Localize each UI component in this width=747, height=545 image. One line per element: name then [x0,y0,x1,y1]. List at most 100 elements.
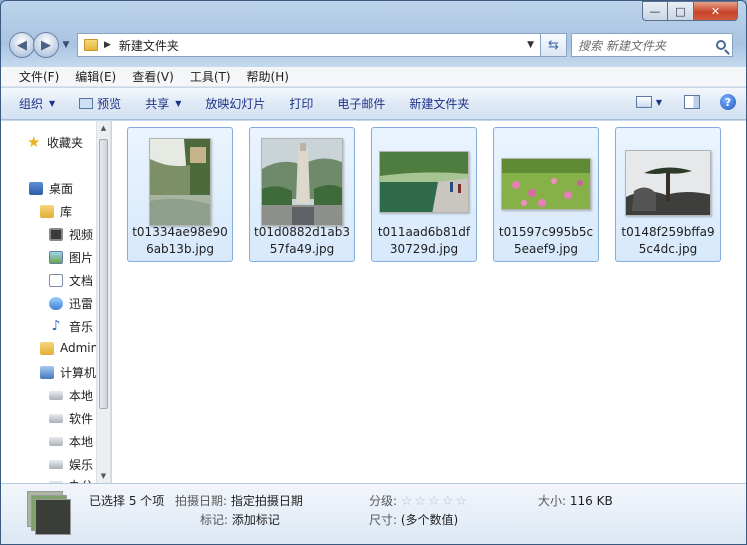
star-icon: ★ [27,133,41,151]
menu-help[interactable]: 帮助(H) [239,68,297,85]
nav-item-library[interactable]: 库 [40,203,72,220]
nav-item-entertainment[interactable]: 娱乐 [49,456,93,473]
nav-item-software[interactable]: 软件 [49,410,93,427]
search-icon[interactable] [716,40,726,50]
file-name: t0148f259bffa95c4dc.jpg [621,225,715,256]
nav-item-music[interactable]: ♪ 音乐 [49,318,93,335]
help-icon[interactable]: ? [720,94,736,110]
recent-pages-dropdown[interactable]: ▼ [59,40,73,50]
menu-tools[interactable]: 工具(T) [182,68,239,85]
video-icon [49,228,63,241]
nav-item-documents[interactable]: 文档 [49,272,93,289]
nav-item-video[interactable]: 视频 [49,226,93,243]
menu-view[interactable]: 查看(V) [124,68,182,85]
menu-edit[interactable]: 编辑(E) [67,68,124,85]
date-taken-value[interactable]: 指定拍摄日期 [231,494,303,508]
nav-item-pictures[interactable]: 图片 [49,249,93,266]
file-tile[interactable]: t0148f259bffa95c4dc.jpg [615,127,721,262]
dimensions-value: (多个数值) [400,513,459,527]
dimensions-label: 尺寸: [369,513,398,527]
file-tile[interactable]: t011aad6b81df30729d.jpg [371,127,477,262]
details-pane: 已选择 5 个项 拍摄日期: 指定拍摄日期 标记: 添加标记 分级: ☆☆☆☆☆… [1,483,746,544]
nav-item-desktop[interactable]: 桌面 [29,180,73,197]
refresh-icon: ⇆ [548,37,559,53]
image-thumbnail [625,150,711,216]
tags-label: 标记: [200,513,229,527]
address-path[interactable]: 新建文件夹 [119,37,527,54]
preview-button[interactable]: 预览 [71,95,129,112]
drive-icon [49,391,63,400]
view-dropdown-icon[interactable]: ▼ [656,98,662,107]
preview-pane-icon[interactable] [684,95,700,109]
back-button[interactable]: ◀ [9,32,35,58]
nav-label: 桌面 [49,182,74,196]
organize-label: 组织 [19,97,44,111]
nav-scrollbar[interactable]: ▲ ▼ [96,121,110,483]
share-button[interactable]: 共享 ▼ [137,95,189,112]
nav-label: 计算机 [60,366,97,380]
print-button[interactable]: 打印 [281,95,321,112]
nav-item-local-disk[interactable]: 本地 [49,387,93,404]
scroll-thumb[interactable] [99,139,108,409]
rating-field: 分级: ☆☆☆☆☆ [369,492,469,509]
maximize-button[interactable]: □ [668,1,694,21]
pictures-icon [49,251,63,264]
selection-thumbnail-stack [27,491,73,537]
search-box[interactable]: 搜索 新建文件夹 [571,33,733,57]
file-tile[interactable]: t01d0882d1ab357fa49.jpg [249,127,355,262]
chevron-down-icon: ▼ [175,99,182,108]
nav-label: 本地 [69,435,94,449]
address-bar[interactable]: ▶ 新建文件夹 ▼ [77,33,541,57]
nav-item-xunlei[interactable]: 迅雷 [49,295,93,312]
preview-icon [79,98,94,109]
navigation-pane: ★ 收藏夹 桌面 库 视频 图片 文档 迅雷 ♪ 音乐 Admin 计算机 本地 软… [1,121,111,483]
change-view-icon[interactable] [635,96,652,108]
refresh-button[interactable]: ⇆ [541,33,567,57]
drive-icon [49,414,63,423]
computer-icon [40,366,54,379]
back-arrow-icon: ◀ [17,37,27,53]
file-tile[interactable]: t01334ae98e906ab13b.jpg [127,127,233,262]
folder-icon [84,39,98,51]
nav-label: 库 [60,205,73,219]
nav-label: Admin [60,341,99,355]
command-bar: 组织 ▼ 预览 共享 ▼ 放映幻灯片 打印 电子邮件 新建文件夹 ▼ ? [1,88,746,120]
slideshow-button[interactable]: 放映幻灯片 [197,95,273,112]
minimize-button[interactable]: — [642,1,668,21]
file-name: t011aad6b81df30729d.jpg [377,225,471,256]
share-label: 共享 [145,97,170,111]
tags-value[interactable]: 添加标记 [232,513,280,527]
scroll-up-icon[interactable]: ▲ [97,124,110,132]
size-field: 大小: 116 KB [538,492,613,509]
breadcrumb-chevron-icon[interactable]: ▶ [104,40,111,50]
rating-stars-icon[interactable]: ☆☆☆☆☆ [401,494,469,509]
nav-label: 图片 [69,251,94,265]
new-folder-button[interactable]: 新建文件夹 [401,95,477,112]
chevron-down-icon: ▼ [49,99,56,108]
nav-label: 收藏夹 [47,135,84,150]
forward-button[interactable]: ▶ [33,32,59,58]
nav-item-computer[interactable]: 计算机 [40,364,96,381]
search-input[interactable]: 搜索 新建文件夹 [578,37,716,54]
thumb-layer [35,499,71,535]
explorer-window: — □ ✕ ◀ ▶ ▼ ▶ 新建文件夹 ▼ ⇆ 搜索 新建文件夹 文件(F) 编… [0,0,747,545]
nav-label: 迅雷 [69,297,94,311]
image-thumbnail [261,138,343,226]
address-dropdown-icon[interactable]: ▼ [527,40,534,50]
email-button[interactable]: 电子邮件 [329,95,393,112]
nav-item-favorites[interactable]: ★ 收藏夹 [27,133,83,151]
nav-item-local-disk-2[interactable]: 本地 [49,433,93,450]
organize-button[interactable]: 组织 ▼ [11,95,63,112]
menu-file[interactable]: 文件(F) [11,68,67,85]
size-label: 大小: [538,494,567,508]
nav-label: 娱乐 [69,458,94,472]
user-folder-icon [40,341,54,355]
rating-label: 分级: [369,494,398,508]
close-button[interactable]: ✕ [694,1,738,21]
image-thumbnail [379,151,469,213]
scroll-down-icon[interactable]: ▼ [97,472,110,480]
forward-arrow-icon: ▶ [41,37,51,53]
file-tile[interactable]: t01597c995b5c5eaef9.jpg [493,127,599,262]
nav-item-admin[interactable]: Admin [40,341,98,355]
nav-label: 文档 [69,274,94,288]
